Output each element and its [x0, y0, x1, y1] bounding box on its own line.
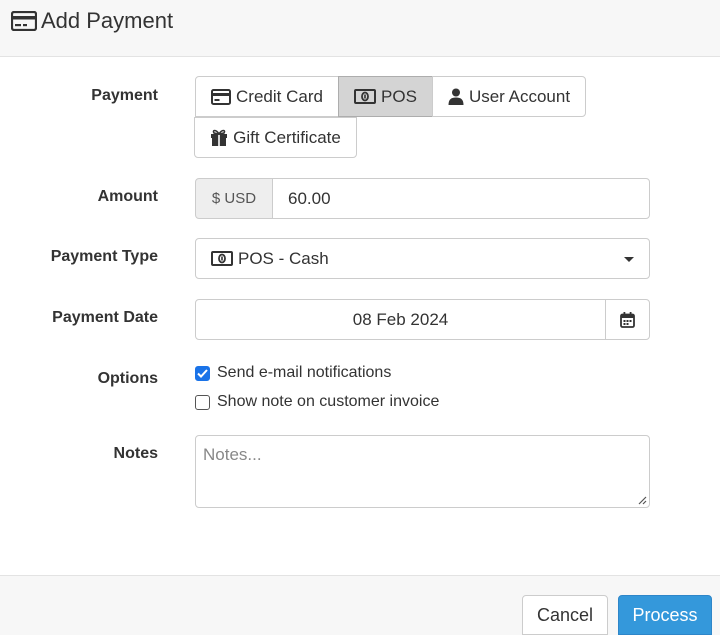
amount-input[interactable]: 60.00 [272, 178, 650, 219]
gift-certificate-button-label: Gift Certificate [233, 127, 341, 147]
caret-down-icon [624, 257, 634, 262]
email-notification-option[interactable]: Send e-mail notifications [195, 363, 391, 383]
credit-card-icon [11, 11, 37, 31]
checkmark-icon [197, 368, 208, 378]
modal-header: Add Payment [0, 0, 720, 57]
notes-textarea[interactable]: Notes... [195, 435, 650, 508]
currency-addon: $ USD [195, 178, 273, 219]
credit-card-icon [211, 88, 232, 105]
notes-placeholder: Notes... [203, 445, 262, 464]
modal-footer [0, 575, 720, 635]
payment-type-value: POS - Cash [238, 248, 329, 268]
options-label: Options [97, 370, 158, 387]
money-bill-icon [211, 251, 233, 266]
user-icon [448, 88, 464, 105]
credit-card-button-label: Credit Card [236, 86, 323, 106]
calendar-button[interactable] [605, 299, 650, 340]
gift-icon [211, 129, 228, 146]
invoice-note-checkbox[interactable] [195, 394, 210, 410]
modal-title-text: Add Payment [41, 8, 174, 33]
modal-title: Add Payment [11, 8, 173, 34]
payment-date-input[interactable]: 08 Feb 2024 [195, 299, 606, 340]
pos-button-label: POS [381, 86, 417, 106]
calendar-icon [620, 311, 635, 328]
payment-type-select[interactable]: POS - Cash [195, 238, 650, 279]
money-bill-icon [354, 89, 377, 104]
pos-button[interactable]: POS [338, 76, 433, 117]
user-account-button[interactable]: User Account [432, 76, 586, 117]
invoice-note-option[interactable]: Show note on customer invoice [195, 392, 439, 412]
credit-card-button[interactable]: Credit Card [195, 76, 339, 117]
payment-type-label: Payment Type [50, 248, 158, 265]
amount-label: Amount [97, 188, 158, 205]
gift-certificate-button[interactable]: Gift Certificate [194, 117, 357, 158]
email-notification-label: Send e-mail notifications [217, 364, 392, 381]
cancel-button[interactable]: Cancel [522, 595, 608, 635]
resize-handle-icon[interactable] [637, 495, 647, 505]
invoice-note-label: Show note on customer invoice [217, 393, 440, 410]
notes-label: Notes [113, 445, 158, 462]
process-button[interactable]: Process [618, 595, 712, 635]
payment-label: Payment [91, 87, 158, 104]
email-notification-checkbox[interactable] [195, 365, 210, 381]
payment-date-label: Payment Date [52, 309, 158, 326]
user-account-button-label: User Account [468, 86, 571, 106]
